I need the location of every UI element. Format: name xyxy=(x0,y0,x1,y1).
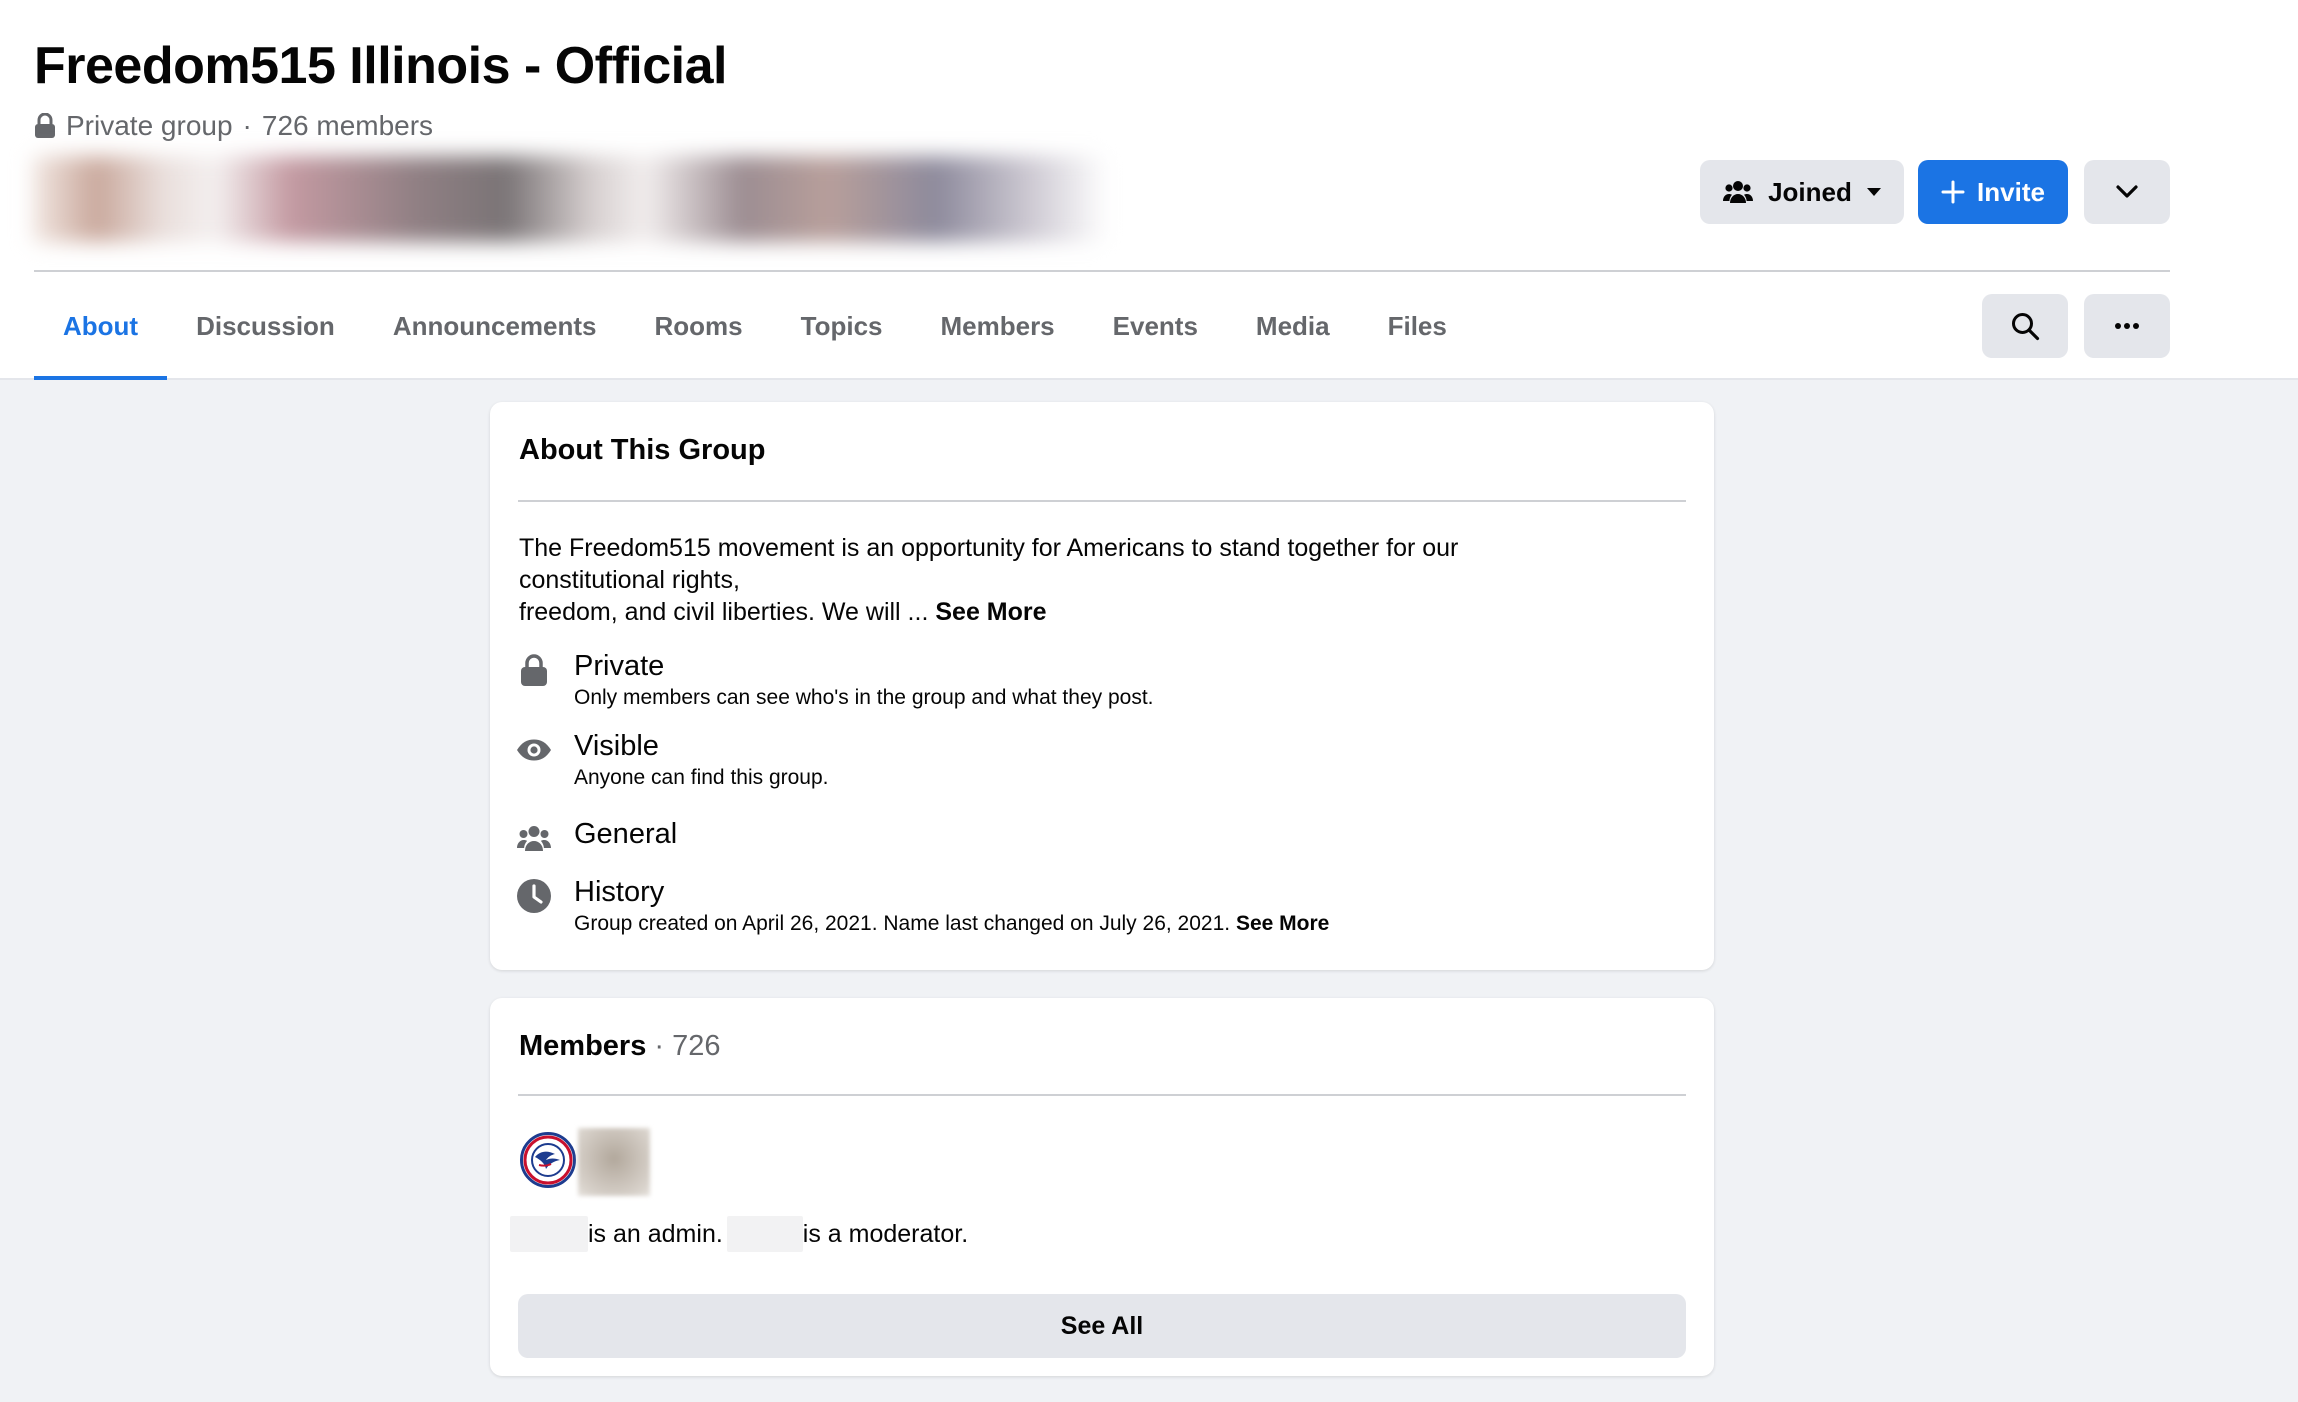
tab-announcements[interactable]: Announcements xyxy=(364,272,626,380)
search-icon xyxy=(2012,313,2040,341)
lock-icon xyxy=(35,113,55,138)
more-options-button[interactable] xyxy=(2084,294,2170,358)
group-tabs: About Discussion Announcements Rooms Top… xyxy=(34,272,1476,380)
chevron-down-icon xyxy=(2116,185,2138,198)
info-subtitle: Only members can see who's in the group … xyxy=(574,686,1154,709)
info-row-history: History Group created on April 26, 2021.… xyxy=(516,874,1329,938)
description-line: The Freedom515 movement is an opportunit… xyxy=(519,534,1459,562)
joined-label: Joined xyxy=(1768,176,1852,207)
tab-media[interactable]: Media xyxy=(1227,272,1359,380)
info-title: Private xyxy=(574,650,665,682)
clock-icon xyxy=(517,879,551,913)
about-card: About This Group The Freedom515 movement… xyxy=(490,402,1714,970)
about-title: About This Group xyxy=(519,434,766,466)
meta-separator: · xyxy=(242,110,252,141)
freedom515-logo-icon xyxy=(523,1135,573,1185)
group-description: The Freedom515 movement is an opportunit… xyxy=(519,532,1619,628)
lock-icon xyxy=(521,654,547,686)
more-icon xyxy=(2115,323,2139,329)
members-count: 726 xyxy=(672,1030,721,1062)
tab-files[interactable]: Files xyxy=(1359,272,1476,380)
joined-button[interactable]: Joined xyxy=(1700,160,1904,224)
caret-down-icon xyxy=(1866,188,1881,196)
plus-icon xyxy=(1941,180,1965,204)
eye-icon xyxy=(517,739,551,761)
tab-topics[interactable]: Topics xyxy=(772,272,912,380)
group-icon xyxy=(517,826,551,851)
member-avatars-strip[interactable] xyxy=(32,156,1108,242)
see-all-members-button[interactable]: See All xyxy=(518,1294,1686,1358)
members-separator: · xyxy=(646,1030,673,1062)
description-line: freedom, and civil liberties. We will ..… xyxy=(519,598,936,626)
invite-button[interactable]: Invite xyxy=(1918,160,2068,224)
tab-discussion[interactable]: Discussion xyxy=(167,272,364,380)
redacted-admin-name[interactable] xyxy=(510,1216,588,1252)
group-header: Freedom515 Illinois - Official Private g… xyxy=(0,0,2298,380)
moderator-text: is a moderator. xyxy=(802,1220,969,1248)
info-subtitle: Anyone can find this group. xyxy=(574,766,829,789)
search-button[interactable] xyxy=(1982,294,2068,358)
about-divider xyxy=(518,500,1686,502)
description-line: constitutional rights, xyxy=(519,566,740,594)
history-see-more-link[interactable]: See More xyxy=(1236,912,1329,935)
tab-members[interactable]: Members xyxy=(911,272,1083,380)
group-meta: Private group · 726 members xyxy=(34,108,433,144)
admin-avatar[interactable] xyxy=(520,1132,576,1188)
tab-rooms[interactable]: Rooms xyxy=(626,272,772,380)
info-title: Visible xyxy=(574,730,659,762)
admin-moderator-summary: is an admin. is a moderator. xyxy=(510,1214,968,1254)
description-see-more-link[interactable]: See More xyxy=(935,598,1046,626)
info-title: History xyxy=(574,876,665,908)
info-title: General xyxy=(574,818,678,850)
collapse-header-button[interactable] xyxy=(2084,160,2170,224)
info-row-general: General xyxy=(516,816,677,856)
group-icon xyxy=(1723,181,1754,203)
members-title: Members · 726 xyxy=(519,1026,721,1066)
members-divider xyxy=(518,1094,1686,1096)
info-row-private: Private Only members can see who's in th… xyxy=(516,648,1154,712)
moderator-avatar[interactable] xyxy=(578,1128,650,1196)
redacted-moderator-name[interactable] xyxy=(726,1216,803,1252)
info-row-visible: Visible Anyone can find this group. xyxy=(516,728,829,792)
tab-about[interactable]: About xyxy=(34,272,168,380)
members-card: Members · 726 is an admin. is a moderato… xyxy=(490,998,1714,1376)
admin-text: is an admin. xyxy=(588,1220,723,1248)
invite-label: Invite xyxy=(1977,176,2045,207)
privacy-label: Private group xyxy=(66,110,233,141)
info-subtitle: Group created on April 26, 2021. Name la… xyxy=(574,912,1236,935)
tab-events[interactable]: Events xyxy=(1084,272,1227,380)
member-count[interactable]: 726 members xyxy=(262,108,433,144)
group-title: Freedom515 Illinois - Official xyxy=(34,37,727,95)
members-title-label: Members xyxy=(519,1030,647,1062)
